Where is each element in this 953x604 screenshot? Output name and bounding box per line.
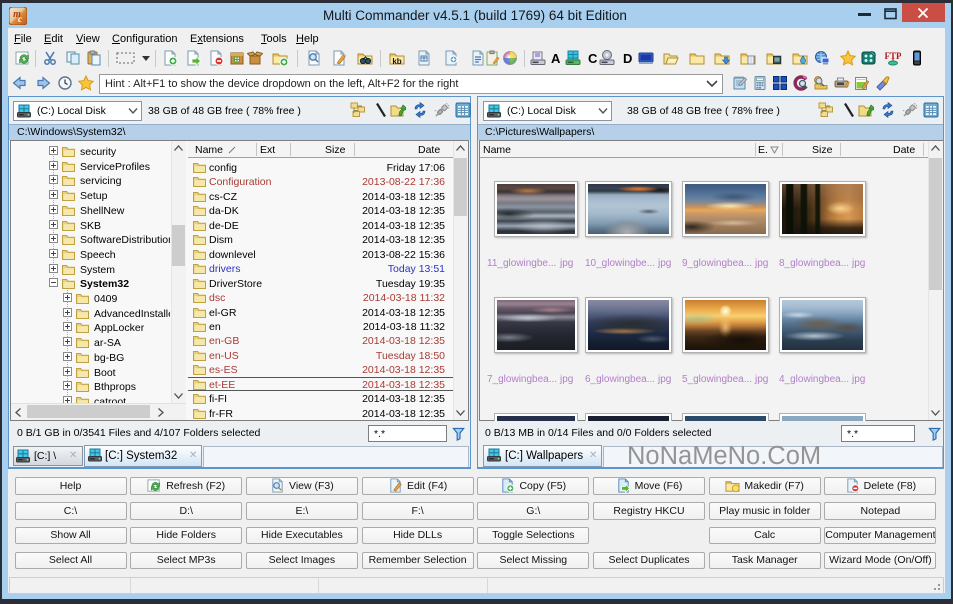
- svg-text:c: c: [18, 14, 22, 24]
- svg-text:kb: kb: [392, 57, 401, 66]
